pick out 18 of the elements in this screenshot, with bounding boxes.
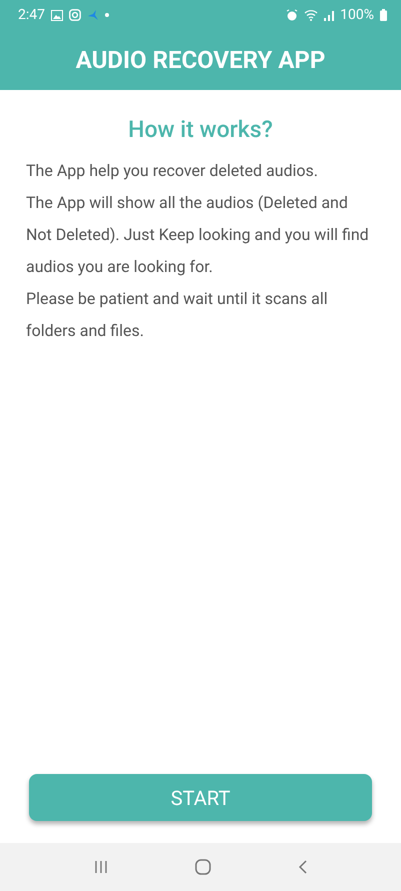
alarm-icon bbox=[286, 9, 298, 21]
camera-icon bbox=[69, 9, 81, 21]
battery-icon bbox=[380, 9, 387, 21]
signal-icon bbox=[324, 10, 334, 20]
status-time: 2:47 bbox=[18, 7, 45, 23]
recent-apps-icon[interactable] bbox=[94, 860, 108, 874]
section-heading: How it works? bbox=[127, 116, 274, 143]
app-title: AUDIO RECOVERY APP bbox=[76, 46, 326, 74]
start-button[interactable]: START bbox=[29, 774, 372, 821]
image-icon bbox=[51, 10, 63, 20]
instruction-text: Please be patient and wait until it scans all folders and files. bbox=[26, 288, 329, 342]
instruction-text: The App will show all the audios (Deleted and Not Deleted). Just Keep looking and you will find audios you are looking for. bbox=[26, 192, 370, 278]
back-icon[interactable] bbox=[298, 859, 308, 875]
wifi-icon bbox=[304, 9, 318, 21]
battery-level: 100% bbox=[340, 7, 374, 23]
instruction-text: The App help you recover deleted audios. bbox=[26, 160, 319, 182]
home-icon[interactable] bbox=[194, 859, 210, 875]
dot-icon bbox=[105, 13, 109, 17]
